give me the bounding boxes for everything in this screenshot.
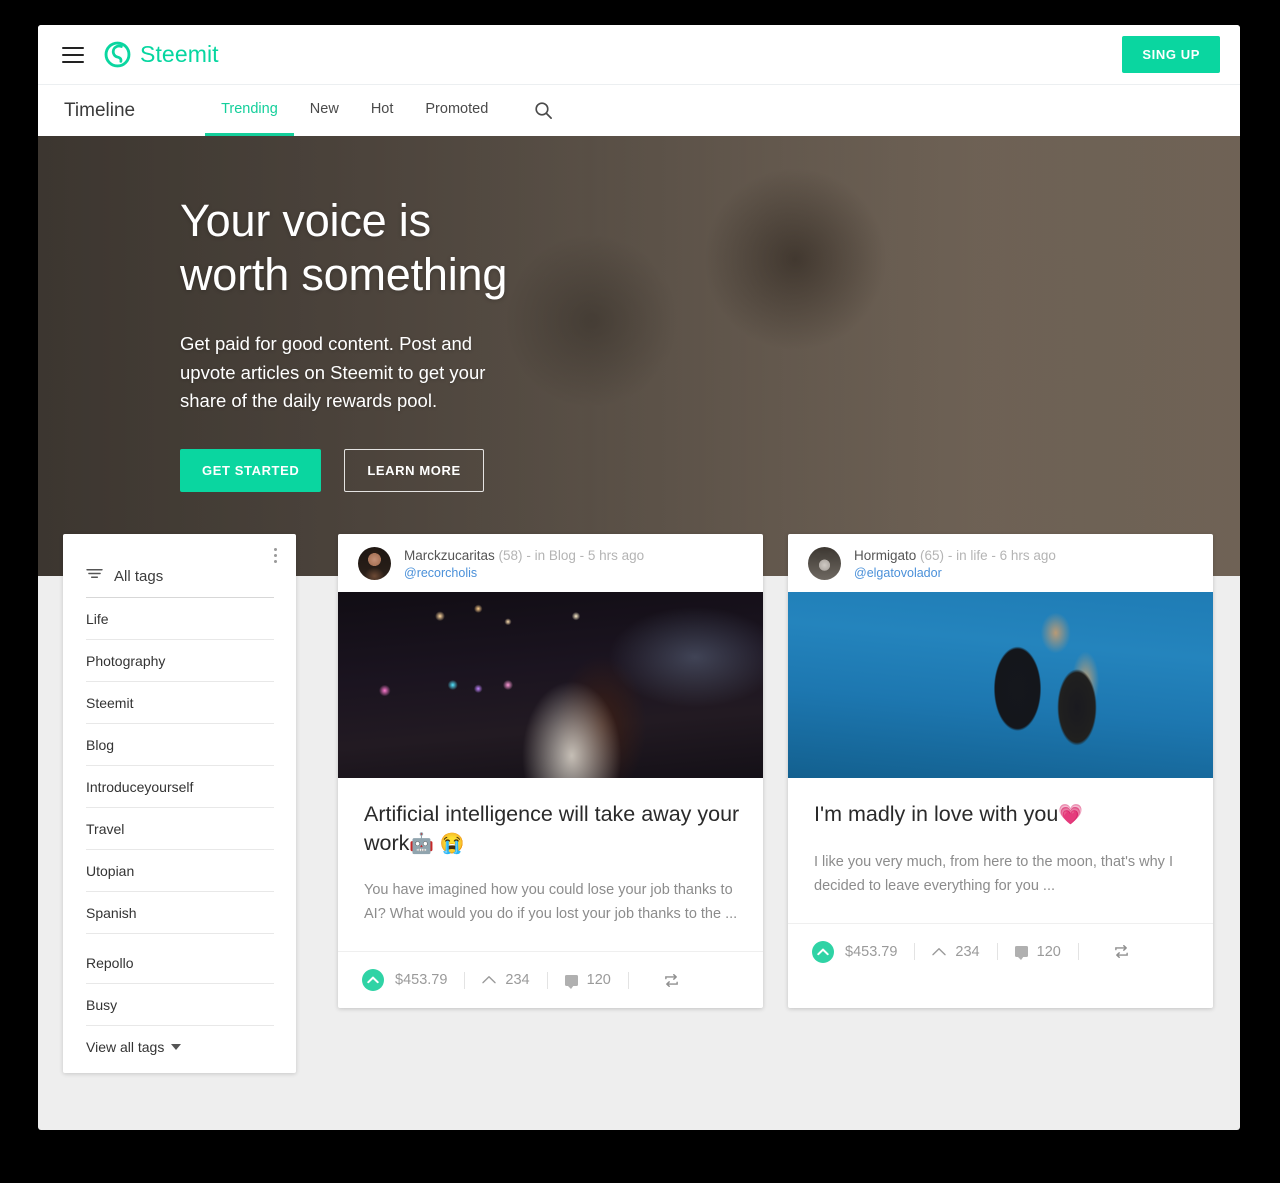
post-title[interactable]: Artificial intelligence will take away y… — [364, 800, 741, 857]
all-tags-header[interactable]: All tags — [63, 534, 296, 597]
avatar[interactable] — [808, 547, 841, 580]
brand-link[interactable]: Steemit — [104, 41, 219, 68]
resteem-icon[interactable] — [663, 973, 680, 988]
page-title: Timeline — [64, 99, 136, 121]
hero-title: Your voice is worth something — [180, 194, 678, 302]
tab-trending[interactable]: Trending — [205, 85, 294, 136]
hamburger-menu-icon[interactable] — [62, 46, 84, 63]
chevron-up-icon — [482, 971, 497, 989]
post-reputation: (58) — [498, 547, 523, 563]
post-footer: $453.79 234 120 — [788, 922, 1213, 980]
tag-item[interactable]: Photography — [86, 639, 274, 681]
tag-item[interactable]: Introduceyourself — [86, 765, 274, 807]
post-card-list: Marckzucaritas (58) - in Blog - 5 hrs ag… — [338, 534, 1213, 1009]
post-payout: $453.79 — [395, 972, 448, 989]
search-icon[interactable] — [518, 85, 569, 136]
post-meta-detail: - in Blog - 5 hrs ago — [526, 547, 645, 563]
post-author[interactable]: Hormigato — [854, 548, 916, 563]
post-handle[interactable]: @elgatovolador — [854, 566, 1056, 580]
post-excerpt: I like you very much, from here to the m… — [814, 853, 1173, 894]
view-all-tags-button[interactable]: View all tags — [86, 1025, 274, 1055]
post-votes[interactable]: 234 — [932, 943, 980, 961]
post-meta: Marckzucaritas (58) - in Blog - 5 hrs ag… — [404, 548, 644, 563]
tag-item[interactable]: Utopian — [86, 849, 274, 891]
divider — [1077, 943, 1079, 961]
tags-sidebar: All tags Life Photography Steemit Blog I… — [63, 534, 296, 1073]
post-comments[interactable]: 120 — [1014, 943, 1061, 961]
post-excerpt: You have imagined how you could lose you… — [364, 882, 738, 923]
post-reputation: (65) — [920, 547, 945, 563]
post-author[interactable]: Marckzucaritas — [404, 548, 495, 563]
post-footer: $453.79 234 120 — [338, 951, 763, 1008]
more-vertical-icon[interactable] — [266, 544, 284, 566]
resteem-icon[interactable] — [1113, 944, 1130, 959]
post-title-emoji: 💗 — [1058, 804, 1084, 826]
hero-title-line1: Your voice is — [180, 195, 431, 246]
steemit-logo-icon — [104, 41, 131, 68]
upvote-icon[interactable] — [362, 969, 384, 992]
top-bar: Steemit SING UP — [38, 25, 1240, 84]
tag-item[interactable]: Blog — [86, 723, 274, 765]
post-card[interactable]: Marckzucaritas (58) - in Blog - 5 hrs ag… — [338, 534, 763, 1009]
divider — [627, 971, 629, 989]
comment-icon — [1014, 946, 1028, 961]
chevron-down-icon — [171, 1044, 182, 1050]
post-meta: Hormigato (65) - in life - 6 hrs ago — [854, 548, 1056, 563]
get-started-button[interactable]: GET STARTED — [180, 449, 322, 493]
post-meta-detail: - in life - 6 hrs ago — [947, 547, 1056, 563]
post-handle[interactable]: @recorcholis — [404, 566, 644, 580]
tag-item[interactable]: Spanish — [86, 891, 274, 933]
divider — [996, 943, 998, 961]
learn-more-button[interactable]: LEARN MORE — [344, 449, 484, 493]
post-header: Marckzucaritas (58) - in Blog - 5 hrs ag… — [338, 534, 763, 592]
tag-item[interactable]: Steemit — [86, 681, 274, 723]
post-title-text: I'm madly in love with you — [814, 802, 1059, 826]
divider — [914, 943, 916, 961]
brand-name: Steemit — [140, 41, 219, 67]
divider — [464, 971, 466, 989]
post-title-emoji: 🤖 😭 — [409, 832, 465, 855]
post-comments-count: 120 — [586, 972, 611, 989]
upvote-icon[interactable] — [812, 940, 834, 963]
avatar[interactable] — [358, 547, 391, 580]
divider — [546, 971, 548, 989]
post-comments[interactable]: 120 — [564, 972, 611, 989]
nav-tabs: Trending New Hot Promoted — [205, 85, 504, 136]
tag-item[interactable]: Busy — [86, 983, 274, 1025]
filter-icon — [86, 567, 103, 585]
post-votes-count: 234 — [505, 972, 530, 989]
post-votes[interactable]: 234 — [482, 971, 530, 989]
post-title[interactable]: I'm madly in love with you💗 — [814, 800, 1191, 829]
all-tags-label: All tags — [114, 567, 164, 585]
chevron-up-icon — [932, 943, 947, 961]
post-comments-count: 120 — [1036, 943, 1061, 960]
hero-banner: Your voice is worth something Get paid f… — [38, 136, 1240, 576]
tag-item[interactable]: Repollo — [86, 933, 274, 983]
tag-item[interactable]: Travel — [86, 807, 274, 849]
post-payout: $453.79 — [845, 943, 898, 960]
main-content: All tags Life Photography Steemit Blog I… — [38, 534, 1240, 1073]
hero-subtitle: Get paid for good content. Post and upvo… — [180, 333, 486, 412]
tab-new[interactable]: New — [294, 85, 355, 136]
post-image[interactable] — [338, 592, 763, 778]
post-card[interactable]: Hormigato (65) - in life - 6 hrs ago @el… — [788, 534, 1213, 1009]
browser-window: Steemit SING UP Timeline Trending New Ho… — [38, 25, 1240, 1130]
tag-item[interactable]: Life — [86, 597, 274, 639]
hero-title-line2: worth something — [180, 249, 508, 300]
tab-hot[interactable]: Hot — [355, 85, 410, 136]
view-all-tags-label: View all tags — [86, 1039, 165, 1055]
signup-button[interactable]: SING UP — [1122, 36, 1220, 73]
post-header: Hormigato (65) - in life - 6 hrs ago @el… — [788, 534, 1213, 592]
nav-bar: Timeline Trending New Hot Promoted — [38, 84, 1240, 136]
comment-icon — [564, 974, 578, 989]
post-image[interactable] — [788, 592, 1213, 778]
tag-list: Life Photography Steemit Blog Introducey… — [63, 597, 296, 1055]
post-votes-count: 234 — [955, 943, 980, 960]
tab-promoted[interactable]: Promoted — [409, 85, 504, 136]
